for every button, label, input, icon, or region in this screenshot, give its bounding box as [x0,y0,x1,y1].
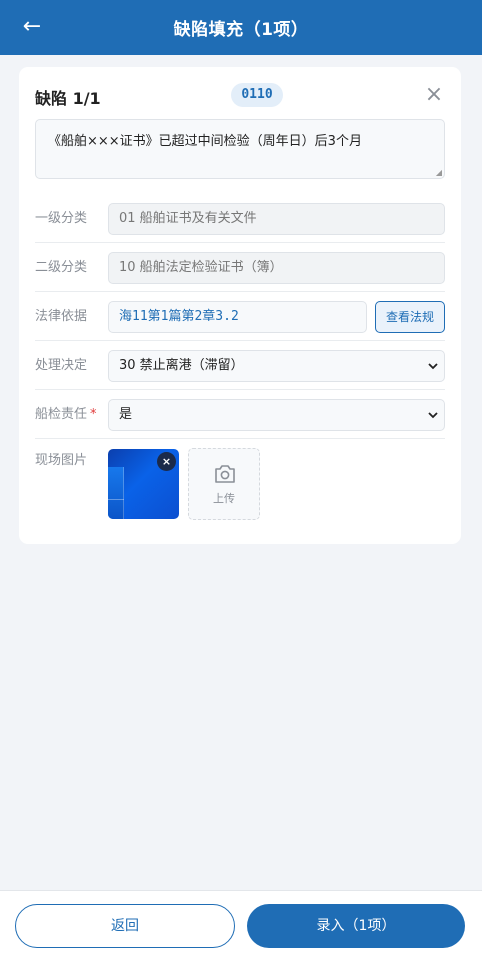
page-title: 缺陷填充（1项） [173,20,309,40]
level1-label: 一级分类 [35,211,88,226]
defect-code-badge: 0110 [231,83,283,107]
chevron-down-icon [428,412,438,419]
thumbnail-line [108,499,124,500]
chevron-down-icon [428,363,438,370]
law-label: 法律依据 [35,309,88,324]
camera-icon [215,465,235,483]
back-button[interactable]: 返回 [15,904,235,948]
delete-photo-icon[interactable]: × [157,452,176,471]
submit-button[interactable]: 录入（1项） [247,904,465,948]
level2-field: 10 船舶法定检验证书（簿） [108,252,445,284]
defect-card-header: 缺陷 1/1 0110 × [19,67,461,119]
footer-bar: 返回 录入（1项） [0,890,482,957]
required-mark: * [90,407,97,422]
responsibility-select[interactable]: 是 [108,399,445,431]
responsibility-label: 船检责任 * [35,407,97,422]
thumbnail-panel [108,467,124,519]
defect-description-textarea[interactable]: 《船舶×××证书》已超过中间检验（周年日）后3个月 ◢ [35,119,445,179]
law-basis-input[interactable]: 海11第1篇第2章3.2 [108,301,367,333]
close-icon[interactable]: × [424,84,444,106]
law-row: 法律依据 海11第1篇第2章3.2 查看法规 [35,292,445,341]
defect-description-text: 《船舶×××证书》已超过中间检验（周年日）后3个月 [48,134,362,149]
decision-value: 30 禁止离港（滞留） [119,358,244,373]
level2-row: 二级分类 10 船舶法定检验证书（簿） [35,243,445,292]
photo-thumbnail[interactable]: × [108,449,179,519]
decision-label: 处理决定 [35,358,88,373]
defect-card: 缺陷 1/1 0110 × 《船舶×××证书》已超过中间检验（周年日）后3个月 … [19,67,461,544]
level1-field: 01 船舶证书及有关文件 [108,203,445,235]
level2-label: 二级分类 [35,260,88,275]
view-regulation-button[interactable]: 查看法规 [375,301,445,333]
defect-title: 缺陷 1/1 [35,89,101,108]
photos-label: 现场图片 [35,453,88,468]
decision-select[interactable]: 30 禁止离港（滞留） [108,350,445,382]
responsibility-value: 是 [119,407,133,422]
back-arrow-icon[interactable]: ← [20,13,44,41]
upload-label: 上传 [213,492,235,505]
upload-photo-button[interactable]: 上传 [188,448,260,520]
level1-row: 一级分类 01 船舶证书及有关文件 [35,194,445,243]
app-header: ← 缺陷填充（1项） [0,0,482,55]
decision-row: 处理决定 30 禁止离港（滞留） [35,341,445,390]
resize-handle-icon[interactable]: ◢ [436,169,442,177]
responsibility-row: 船检责任 * 是 [35,390,445,439]
